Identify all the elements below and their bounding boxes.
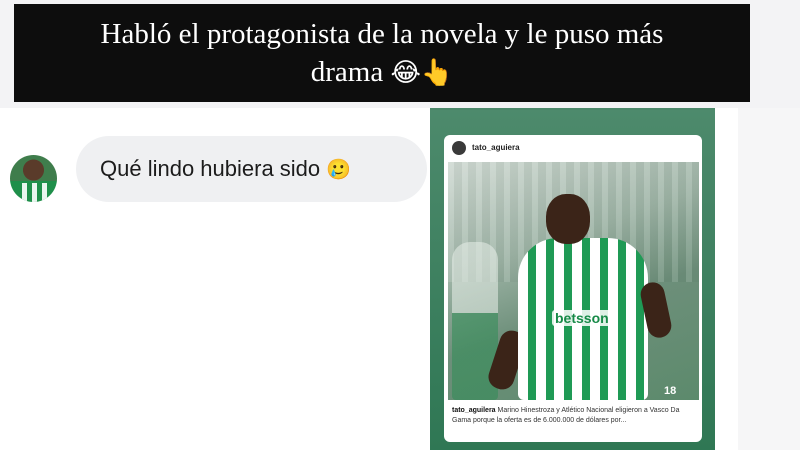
- laugh-point-emoji: 😂👆: [390, 58, 454, 88]
- post-caption-username[interactable]: tato_aguilera: [452, 407, 496, 414]
- avatar-jersey-stripe: [42, 183, 47, 202]
- post-header: tato_aguiera: [444, 135, 702, 161]
- caption-line-2: drama 😂👆: [32, 53, 732, 92]
- post-username[interactable]: tato_aguiera: [472, 143, 520, 152]
- post-author-avatar[interactable]: [452, 141, 466, 155]
- chat-thread: Qué lindo hubiera sido 🥲 tato_aguiera be…: [0, 108, 800, 450]
- caption-line-2-text: drama: [310, 56, 384, 88]
- caption-line-1: Habló el protagonista de la novela y le …: [100, 18, 664, 50]
- player-head: [546, 194, 590, 244]
- tear-smile-emoji: 🥲: [326, 157, 352, 181]
- post-caption: tato_aguilera Marino Hinestroza y Atléti…: [452, 406, 696, 426]
- sender-avatar[interactable]: [10, 155, 57, 202]
- message-text: Qué lindo hubiera sido: [100, 156, 321, 181]
- jersey-sponsor-logo: betsson: [552, 310, 612, 326]
- shared-post[interactable]: tato_aguiera betsson 18 tato_aguilera Ma…: [444, 135, 702, 442]
- message-bubble[interactable]: Qué lindo hubiera sido 🥲: [76, 136, 427, 202]
- avatar-jersey-stripe: [32, 183, 37, 202]
- shirt-number: 18: [664, 385, 677, 397]
- right-margin: [738, 108, 800, 450]
- meme-caption-banner: Habló el protagonista de la novela y le …: [14, 4, 750, 102]
- avatar-jersey-stripe: [22, 183, 27, 202]
- shared-story-card[interactable]: tato_aguiera betsson 18 tato_aguilera Ma…: [430, 108, 715, 450]
- post-photo: betsson 18: [448, 162, 699, 400]
